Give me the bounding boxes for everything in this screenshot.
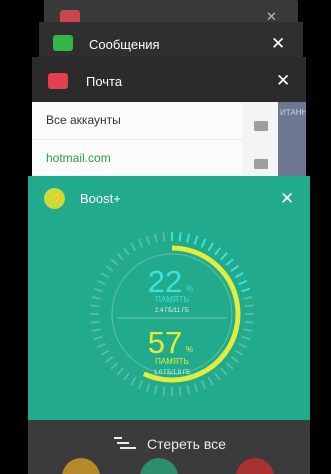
clear-all-label: Стереть все bbox=[147, 436, 226, 452]
gauge-tick bbox=[100, 272, 110, 279]
gauge-tick bbox=[96, 279, 106, 286]
gauge-tick bbox=[225, 258, 234, 266]
gauge-tick bbox=[130, 376, 137, 386]
clear-list-icon bbox=[114, 437, 136, 451]
close-icon[interactable]: ✕ bbox=[276, 72, 290, 89]
account-row: Все аккаунты bbox=[32, 102, 242, 140]
gauge-tick bbox=[153, 385, 158, 395]
dock-icon bbox=[236, 458, 274, 474]
account-label: hotmail.com bbox=[46, 151, 111, 165]
gauge-tick bbox=[230, 356, 239, 364]
gauge-tick bbox=[162, 386, 166, 396]
gauge-tick bbox=[225, 362, 234, 370]
gauge-tick bbox=[244, 320, 254, 324]
memory-detail: 2,4 ГБ/11 ГБ bbox=[155, 308, 189, 314]
gauge-tick bbox=[93, 287, 103, 293]
app-icon bbox=[60, 10, 80, 22]
storage-percent: 57 bbox=[148, 325, 182, 360]
recent-app-card-mail[interactable]: Почта ✕ Все аккаунты hotmail.com ИТАННЫЕ bbox=[32, 57, 306, 178]
gauge-tick bbox=[96, 342, 106, 349]
close-icon[interactable]: ✕ bbox=[271, 35, 285, 52]
account-label: Все аккаунты bbox=[46, 113, 121, 127]
gauge-tick bbox=[105, 264, 114, 272]
envelope-icon bbox=[48, 73, 68, 89]
gauge-tick bbox=[241, 287, 251, 293]
gauge-tick bbox=[200, 238, 207, 248]
close-icon[interactable]: ✕ bbox=[266, 10, 277, 22]
memory-percent-sign: % bbox=[186, 284, 193, 293]
recent-app-card-boost[interactable]: ⚡ Boost+ ✕ 22 % ПАМЯТЬ 2,4 ГБ/11 ГБ 57 %… bbox=[28, 176, 310, 420]
gauge-tick bbox=[110, 362, 119, 370]
gauge-tick bbox=[145, 383, 151, 393]
storage-label: ПАМЯТЬ bbox=[155, 357, 189, 366]
folder-icon bbox=[254, 159, 268, 169]
gauge-tick bbox=[241, 335, 251, 341]
dock-icon bbox=[140, 458, 178, 474]
gauge-tick bbox=[207, 242, 214, 252]
folder-icon bbox=[254, 121, 268, 131]
gauge-tick bbox=[130, 242, 137, 252]
mail-side-panel: ИТАННЫЕ bbox=[278, 102, 306, 177]
storage-detail: 1,0 ГБ/1,8 ГБ bbox=[154, 370, 190, 376]
gauge-tick bbox=[238, 342, 248, 349]
gauge-tick bbox=[193, 383, 199, 393]
gauge-tick bbox=[100, 349, 110, 356]
gauge-tick bbox=[145, 235, 151, 245]
memory-gauge: 22 % ПАМЯТЬ 2,4 ГБ/11 ГБ 57 % ПАМЯТЬ 1,0… bbox=[90, 232, 254, 396]
gauge-tick bbox=[90, 320, 100, 324]
card-title: Почта bbox=[86, 74, 123, 89]
close-icon[interactable]: ✕ bbox=[280, 190, 294, 207]
gauge-tick bbox=[137, 380, 144, 390]
gauge-tick bbox=[214, 247, 222, 256]
storage-percent-sign: % bbox=[186, 345, 193, 354]
account-row: hotmail.com bbox=[32, 140, 242, 178]
gauge-tick bbox=[122, 372, 130, 381]
gauge-tick bbox=[116, 367, 124, 376]
memory-percent: 22 bbox=[148, 264, 182, 299]
card-title: Boost+ bbox=[80, 191, 121, 206]
gauge-tick bbox=[186, 385, 191, 395]
gauge-tick bbox=[193, 235, 199, 245]
gauge-tick bbox=[243, 328, 253, 333]
recents-bottom-bar: Стереть все bbox=[28, 420, 310, 474]
gauge-tick bbox=[244, 304, 254, 308]
card-header: ⚡ Boost+ ✕ bbox=[28, 176, 310, 220]
card-title: Сообщения bbox=[89, 37, 160, 52]
gauge-tick bbox=[137, 238, 144, 248]
lightning-icon: ⚡ bbox=[44, 188, 66, 209]
gauge-tick bbox=[207, 376, 214, 386]
gauge-tick bbox=[110, 258, 119, 266]
gauge-tick bbox=[178, 386, 182, 396]
recent-app-card[interactable]: ✕ bbox=[44, 0, 298, 22]
gauge-tick bbox=[91, 295, 101, 300]
gauge-tick bbox=[93, 335, 103, 341]
side-label: ИТАННЫЕ bbox=[280, 108, 306, 117]
gauge-tick bbox=[234, 272, 244, 279]
gauge-tick bbox=[90, 304, 100, 308]
gauge-tick bbox=[220, 367, 228, 376]
gauge-tick bbox=[91, 328, 101, 333]
gauge-tick bbox=[238, 279, 248, 286]
memory-label: ПАМЯТЬ bbox=[155, 295, 189, 304]
gauge-tick bbox=[105, 356, 114, 364]
gauge-tick bbox=[200, 380, 207, 390]
gauge-tick bbox=[234, 349, 244, 356]
gauge-tick bbox=[116, 252, 124, 261]
dock-icon bbox=[62, 458, 100, 474]
mail-preview: Все аккаунты hotmail.com ИТАННЫЕ bbox=[32, 102, 306, 178]
gauge-tick bbox=[122, 247, 130, 256]
gauge-tick bbox=[153, 233, 158, 243]
gauge-tick bbox=[220, 252, 228, 261]
gauge-tick bbox=[178, 232, 182, 242]
gauge-tick bbox=[214, 372, 222, 381]
gauge-tick bbox=[162, 232, 166, 242]
account-list: Все аккаунты hotmail.com bbox=[32, 102, 242, 178]
gauge-tick bbox=[243, 295, 253, 300]
card-header: Почта ✕ bbox=[32, 57, 306, 102]
gauge-tick bbox=[230, 264, 239, 272]
chat-bubble-icon bbox=[53, 35, 73, 51]
gauge-tick bbox=[186, 233, 191, 243]
